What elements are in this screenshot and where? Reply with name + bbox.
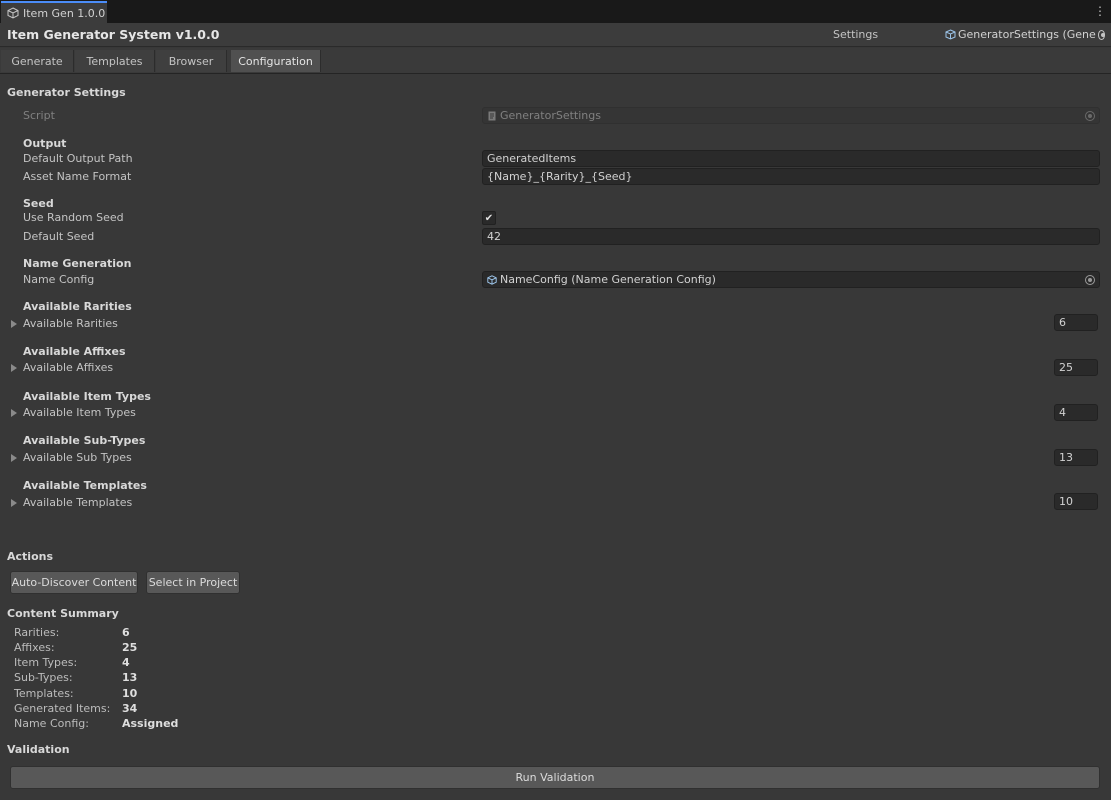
name-config-label: Name Config xyxy=(23,273,95,286)
list-label-templates[interactable]: Available Templates xyxy=(23,496,132,509)
list-size-item-types[interactable]: 4 xyxy=(1054,404,1098,421)
tab-bar: Generate Templates Browser Configuration xyxy=(0,48,1111,74)
seed-header: Seed xyxy=(23,197,54,210)
use-random-seed-checkbox[interactable]: ✔ xyxy=(482,211,496,225)
list-label-item-types[interactable]: Available Item Types xyxy=(23,406,136,419)
content-summary-header: Content Summary xyxy=(7,607,119,620)
validation-header: Validation xyxy=(7,743,70,756)
expand-arrow-icon[interactable] xyxy=(11,409,17,417)
auto-discover-button[interactable]: Auto-Discover Content xyxy=(10,571,138,594)
summary-key: Generated Items: xyxy=(14,702,111,715)
app-title: Item Generator System v1.0.0 xyxy=(7,27,220,42)
default-output-path-label: Default Output Path xyxy=(23,152,133,165)
expand-arrow-icon[interactable] xyxy=(11,499,17,507)
run-validation-button[interactable]: Run Validation xyxy=(10,766,1100,789)
summary-key: Rarities: xyxy=(14,626,60,639)
list-header-item-types: Available Item Types xyxy=(23,390,151,403)
object-picker-icon xyxy=(1085,111,1095,121)
default-seed-label: Default Seed xyxy=(23,230,95,243)
summary-key: Affixes: xyxy=(14,641,55,654)
list-size-sub-types[interactable]: 13 xyxy=(1054,449,1098,466)
actions-header: Actions xyxy=(7,550,53,563)
checkmark-icon: ✔ xyxy=(484,212,494,224)
object-picker-icon[interactable] xyxy=(1097,29,1105,40)
summary-value: 4 xyxy=(122,656,130,669)
scriptable-object-icon xyxy=(945,29,956,40)
expand-arrow-icon[interactable] xyxy=(11,364,17,372)
list-header-affixes: Available Affixes xyxy=(23,345,126,358)
default-seed-field[interactable]: 42 xyxy=(482,228,1100,245)
tab-configuration[interactable]: Configuration xyxy=(231,50,321,72)
summary-key: Sub-Types: xyxy=(14,671,73,684)
summary-value: 13 xyxy=(122,671,138,684)
select-in-project-button[interactable]: Select in Project xyxy=(146,571,240,594)
summary-key: Name Config: xyxy=(14,717,89,730)
expand-arrow-icon[interactable] xyxy=(11,454,17,462)
output-header: Output xyxy=(23,137,67,150)
list-size-templates[interactable]: 10 xyxy=(1054,493,1098,510)
more-options-icon[interactable]: ⋮ xyxy=(1094,4,1106,18)
scriptable-object-icon xyxy=(487,274,497,285)
window-tab-title: Item Gen 1.0.0 xyxy=(23,6,106,20)
section-title: Generator Settings xyxy=(7,86,126,99)
window-tab-strip: Item Gen 1.0.0 ⋮ xyxy=(0,0,1111,23)
summary-value: 10 xyxy=(122,687,138,700)
object-picker-icon[interactable] xyxy=(1085,275,1095,285)
asset-name-format-field[interactable]: {Name}_{Rarity}_{Seed} xyxy=(482,168,1100,185)
cube-icon xyxy=(7,7,19,19)
summary-value: 25 xyxy=(122,641,138,654)
window-tab[interactable]: Item Gen 1.0.0 xyxy=(1,1,107,23)
header-bar: Item Generator System v1.0.0 Settings Ge… xyxy=(0,23,1111,47)
list-label-rarities[interactable]: Available Rarities xyxy=(23,317,118,330)
name-config-value: NameConfig (Name Generation Config) xyxy=(500,273,716,286)
script-file-icon xyxy=(487,111,497,121)
summary-key: Item Types: xyxy=(14,656,78,669)
script-label: Script xyxy=(23,109,55,122)
settings-label: Settings xyxy=(833,28,879,41)
settings-object-name: GeneratorSettings (Gene xyxy=(958,28,1096,41)
default-output-path-field[interactable]: GeneratedItems xyxy=(482,150,1100,167)
summary-value: Assigned xyxy=(122,717,179,730)
list-header-templates: Available Templates xyxy=(23,479,147,492)
list-label-affixes[interactable]: Available Affixes xyxy=(23,361,113,374)
list-label-sub-types[interactable]: Available Sub Types xyxy=(23,451,132,464)
name-generation-header: Name Generation xyxy=(23,257,132,270)
name-config-field[interactable]: NameConfig (Name Generation Config) xyxy=(482,271,1100,288)
script-field: GeneratorSettings xyxy=(482,107,1100,124)
list-header-rarities: Available Rarities xyxy=(23,300,132,313)
list-size-rarities[interactable]: 6 xyxy=(1054,314,1098,331)
list-size-affixes[interactable]: 25 xyxy=(1054,359,1098,376)
use-random-seed-label: Use Random Seed xyxy=(23,211,124,224)
summary-value: 34 xyxy=(122,702,138,715)
asset-name-format-label: Asset Name Format xyxy=(23,170,132,183)
settings-object-field[interactable]: GeneratorSettings (Gene xyxy=(945,28,1105,41)
tab-generate[interactable]: Generate xyxy=(1,50,74,72)
tab-templates[interactable]: Templates xyxy=(75,50,155,72)
summary-value: 6 xyxy=(122,626,130,639)
expand-arrow-icon[interactable] xyxy=(11,320,17,328)
script-value: GeneratorSettings xyxy=(500,109,601,122)
list-header-sub-types: Available Sub-Types xyxy=(23,434,146,447)
summary-key: Templates: xyxy=(14,687,74,700)
tab-browser[interactable]: Browser xyxy=(156,50,227,72)
